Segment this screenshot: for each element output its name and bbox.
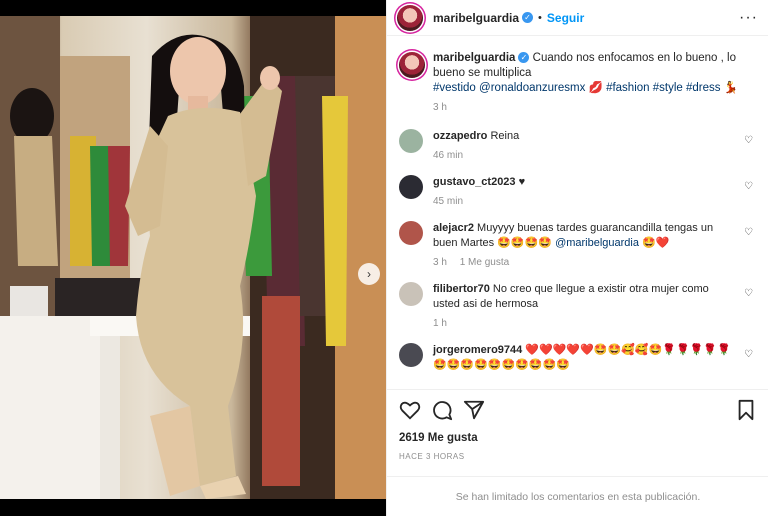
lips-emoji-icon: 💋 — [588, 82, 603, 94]
photo-illustration — [0, 16, 386, 499]
comment-username[interactable]: alejacr2 — [433, 222, 474, 234]
comment-meta: 3 h 1 Me gusta — [433, 257, 735, 268]
like-comment-heart-icon[interactable]: ♡ — [744, 288, 753, 299]
comment-text: gustavo_ct2023 ♥ — [433, 175, 525, 190]
comment-avatar[interactable] — [399, 175, 423, 199]
hashtag-vestido[interactable]: #vestido — [433, 82, 476, 94]
comment-body: ❤️❤️❤️❤️❤️🤩🤩🥰🥰🤩🌹🌹🌹🌹🌹 — [525, 344, 731, 356]
comment-meta: 45 min — [433, 196, 525, 207]
caption-meta: 3 h — [433, 102, 757, 113]
post-date: HACE 3 HORAS — [399, 452, 465, 461]
comment-body: Reina — [490, 130, 520, 142]
caption-time: 3 h — [433, 102, 447, 113]
comment-bubble-icon[interactable] — [431, 399, 453, 421]
comment-text: jorgeromero9744 ❤️❤️❤️❤️❤️🤩🤩🥰🥰🤩🌹🌹🌹🌹🌹 🤩🤩🤩… — [433, 343, 731, 373]
action-bar — [387, 389, 768, 429]
like-comment-heart-icon[interactable]: ♡ — [744, 181, 753, 192]
follow-button[interactable]: Seguir — [547, 11, 584, 25]
comment-text: filibertor70 No creo que llegue a existi… — [433, 282, 735, 312]
comment-username[interactable]: jorgeromero9744 — [433, 344, 522, 356]
comment-username[interactable]: gustavo_ct2023 — [433, 176, 516, 188]
comment-time: 3 h — [433, 257, 447, 268]
verified-badge-icon: ✓ — [518, 52, 530, 64]
hashtag-style[interactable]: #style — [653, 82, 683, 94]
comment-username[interactable]: ozzapedro — [433, 130, 487, 142]
carousel-next-button[interactable]: › — [358, 263, 380, 285]
chevron-right-icon: › — [367, 267, 371, 281]
post-media: › — [0, 0, 386, 516]
caption: maribelguardia ✓ Cuando nos enfocamos en … — [399, 51, 757, 113]
like-comment-heart-icon[interactable]: ♡ — [744, 227, 753, 238]
comment-time: 46 min — [433, 150, 464, 161]
comments-section: maribelguardia ✓ Cuando nos enfocamos en … — [387, 37, 768, 387]
author-info: maribelguardia ✓ • Seguir — [433, 11, 584, 25]
more-options-icon[interactable]: ··· — [739, 9, 758, 27]
hashtag-fashion[interactable]: #fashion — [606, 82, 649, 94]
comment-tail: 🤩❤️ — [642, 237, 670, 249]
comment-meta: 46 min — [433, 150, 519, 161]
like-comment-heart-icon[interactable]: ♡ — [744, 135, 753, 146]
author-username[interactable]: maribelguardia — [433, 11, 519, 25]
verified-badge-icon: ✓ — [522, 12, 534, 23]
comment-item: gustavo_ct2023 ♥ 45 min ♡ — [399, 175, 757, 207]
caption-avatar[interactable] — [399, 52, 425, 78]
post-header: maribelguardia ✓ • Seguir ··· — [387, 0, 768, 36]
comment-avatar[interactable] — [399, 343, 423, 367]
comments-limited-notice: Se han limitado los comentarios en esta … — [387, 476, 768, 516]
caption-username[interactable]: maribelguardia — [433, 52, 515, 64]
comment-body: ♥ — [518, 176, 526, 188]
mention-ronaldoanzures[interactable]: @ronaldoanzuresmx — [479, 82, 585, 94]
comment-item: alejacr2 Muyyyy buenas tardes guarancand… — [399, 221, 757, 268]
comment-mention[interactable]: @maribelguardia — [555, 237, 639, 249]
like-comment-heart-icon[interactable]: ♡ — [744, 349, 753, 360]
hashtag-dress[interactable]: #dress — [686, 82, 721, 94]
post-side-panel: maribelguardia ✓ • Seguir ··· maribelgua… — [386, 0, 768, 516]
separator-dot: • — [538, 11, 542, 24]
comment-avatar[interactable] — [399, 282, 423, 306]
comment-time: 45 min — [433, 196, 464, 207]
comment-item: filibertor70 No creo que llegue a existi… — [399, 282, 757, 329]
author-avatar[interactable] — [397, 4, 423, 31]
share-paper-plane-icon[interactable] — [463, 399, 485, 421]
dancer-emoji-icon: 💃 — [723, 82, 739, 94]
bookmark-icon[interactable] — [735, 399, 757, 421]
comment-avatar[interactable] — [399, 129, 423, 153]
comment-likes[interactable]: 1 Me gusta — [460, 257, 509, 268]
comment-time: 1 h — [433, 318, 447, 329]
comment-item: jorgeromero9744 ❤️❤️❤️❤️❤️🤩🤩🥰🥰🤩🌹🌹🌹🌹🌹 🤩🤩🤩… — [399, 343, 757, 373]
comment-body-line2: 🤩🤩🤩🤩🤩🤩🤩🤩🤩🤩 — [433, 359, 570, 371]
like-heart-icon[interactable] — [399, 399, 421, 421]
likes-count[interactable]: 2619 Me gusta — [399, 432, 478, 444]
caption-text: maribelguardia ✓ Cuando nos enfocamos en … — [433, 51, 757, 96]
comment-meta: 1 h — [433, 318, 735, 329]
comment-text: ozzapedro Reina — [433, 129, 519, 144]
comment-item: ozzapedro Reina 46 min ♡ — [399, 129, 757, 161]
comment-username[interactable]: filibertor70 — [433, 283, 490, 295]
comment-avatar[interactable] — [399, 221, 423, 245]
post-photo[interactable]: › — [0, 16, 386, 499]
comment-text: alejacr2 Muyyyy buenas tardes guarancand… — [433, 221, 735, 251]
